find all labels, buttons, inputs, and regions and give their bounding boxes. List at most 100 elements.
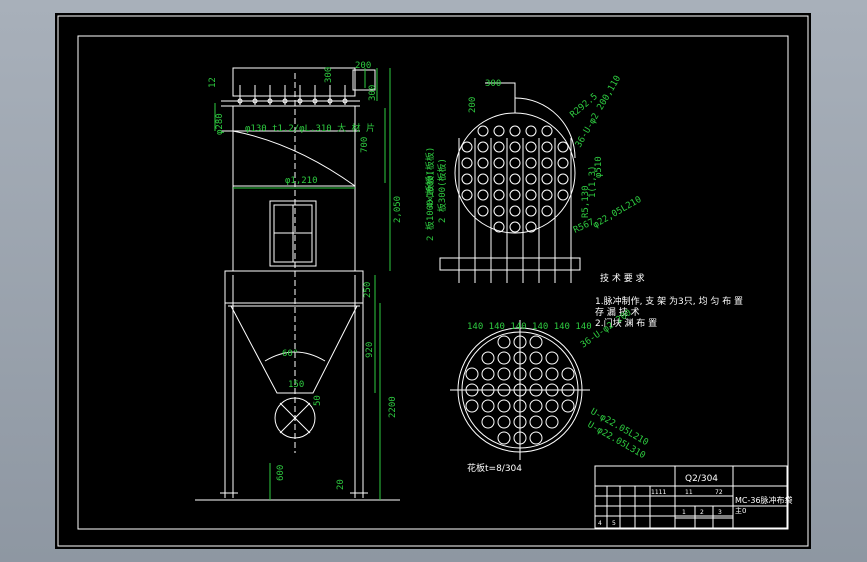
dim-600: 600 bbox=[276, 465, 286, 481]
title-cell-2: 72 bbox=[715, 489, 723, 496]
dim-right-d: R567 bbox=[572, 217, 596, 235]
dim-300-top: 300 bbox=[324, 67, 334, 83]
tube-hole bbox=[541, 141, 553, 153]
dim-300-right: 300 bbox=[368, 85, 378, 101]
tube-hole bbox=[497, 367, 511, 381]
dim-right-e: φ22,05L210 bbox=[592, 195, 644, 231]
tube-hole bbox=[557, 189, 569, 201]
tube-hole bbox=[509, 157, 521, 169]
tube-hole bbox=[525, 157, 537, 169]
tube-hole bbox=[509, 125, 521, 137]
tube-hole bbox=[561, 399, 575, 413]
tube-hole bbox=[541, 205, 553, 217]
dim-700: 700 bbox=[360, 137, 370, 153]
tube-hole bbox=[493, 157, 505, 169]
dim-tube: φ130 t1.2/φL.310 大 材 片 bbox=[245, 122, 375, 134]
tube-hole bbox=[477, 157, 489, 169]
shell-base bbox=[224, 270, 364, 304]
dim-200: 200 bbox=[355, 61, 371, 71]
tube-hole bbox=[545, 415, 559, 429]
title-cell-3: 1 bbox=[682, 509, 686, 516]
tube-hole bbox=[509, 205, 521, 217]
tube-hole bbox=[477, 189, 489, 201]
tube-hole bbox=[497, 399, 511, 413]
dim-12: 12 bbox=[208, 77, 218, 88]
tube-hole bbox=[477, 141, 489, 153]
dim-top-row: 140 140 140 140 140 140 bbox=[467, 322, 592, 332]
dim-20: 20 bbox=[336, 479, 346, 490]
tube-hole bbox=[541, 189, 553, 201]
dim-left-c: 2 板1000(板板) bbox=[424, 171, 436, 241]
tube-hole bbox=[529, 415, 543, 429]
tube-hole bbox=[461, 173, 473, 185]
tube-hole bbox=[509, 173, 521, 185]
title-cell-4: 2 bbox=[700, 509, 704, 516]
tube-hole bbox=[557, 173, 569, 185]
tube-hole bbox=[493, 141, 505, 153]
tube-hole bbox=[481, 415, 495, 429]
tube-hole bbox=[541, 173, 553, 185]
tube-hole bbox=[461, 189, 473, 201]
tube-hole bbox=[545, 367, 559, 381]
tube-hole bbox=[493, 125, 505, 137]
tube-sheet bbox=[450, 320, 590, 460]
dim-right-c: 1(1,3) bbox=[588, 165, 598, 198]
dim-left-b: 2 板300(板板) bbox=[436, 158, 448, 223]
tube-hole bbox=[497, 335, 511, 349]
tube-hole bbox=[525, 125, 537, 137]
tube-hole bbox=[529, 431, 543, 445]
tube-hole bbox=[465, 399, 479, 413]
tube-hole bbox=[525, 189, 537, 201]
plan-arc bbox=[514, 97, 576, 159]
title-sub: 主0 bbox=[735, 506, 746, 515]
tube-hole bbox=[497, 351, 511, 365]
cad-viewport[interactable]: 200 12 300 300 φ280 φ130 t1.2/φL.310 大 材… bbox=[0, 0, 867, 562]
notes-title: 技 术 要 求 bbox=[600, 272, 645, 284]
tube-hole bbox=[529, 399, 543, 413]
tube-hole bbox=[481, 351, 495, 365]
tube-hole bbox=[477, 125, 489, 137]
tube-hole bbox=[525, 205, 537, 217]
dim-plan-300: 300 bbox=[485, 79, 501, 89]
tube-hole bbox=[509, 189, 521, 201]
top-header bbox=[232, 67, 356, 97]
tube-hole bbox=[461, 157, 473, 169]
title-cell-0: 1111 bbox=[651, 489, 666, 496]
tube-hole bbox=[529, 351, 543, 365]
dim-250: 250 bbox=[363, 282, 373, 298]
dim-2200: 2200 bbox=[388, 396, 398, 418]
dim-60deg: 60° bbox=[282, 349, 298, 359]
tube-hole bbox=[561, 367, 575, 381]
plate-label: 花板t=8/304 bbox=[467, 462, 522, 474]
tube-hole bbox=[481, 399, 495, 413]
title-cell-1: 11 bbox=[685, 489, 693, 496]
blow-lines bbox=[458, 138, 572, 283]
tube-hole bbox=[557, 141, 569, 153]
tube-hole bbox=[525, 173, 537, 185]
blow-pipes bbox=[237, 85, 348, 105]
tube-hole bbox=[497, 431, 511, 445]
tube-hole bbox=[525, 141, 537, 153]
tube-hole bbox=[545, 399, 559, 413]
dim-2050: 2,050 bbox=[393, 196, 403, 223]
tube-hole bbox=[541, 125, 553, 137]
dim-phi1210: φ1,210 bbox=[285, 176, 318, 186]
tube-hole bbox=[481, 367, 495, 381]
tube-hole bbox=[477, 205, 489, 217]
dim-920: 920 bbox=[365, 342, 375, 358]
tube-hole bbox=[461, 141, 473, 153]
tube-hole bbox=[509, 141, 521, 153]
tube-hole bbox=[493, 205, 505, 217]
plan-view-top bbox=[439, 82, 581, 283]
tube-hole bbox=[529, 367, 543, 381]
tube-hole bbox=[509, 221, 521, 233]
drawing-sheet: 200 12 300 300 φ280 φ130 t1.2/φL.310 大 材… bbox=[55, 13, 811, 549]
title-material: Q2/304 bbox=[685, 474, 718, 484]
dim-phi280: φ280 bbox=[215, 113, 225, 135]
title-cell-6: 4 bbox=[598, 520, 602, 527]
plan-circle-top bbox=[454, 112, 576, 234]
title-cell-7: 5 bbox=[612, 520, 616, 527]
tube-hole bbox=[477, 173, 489, 185]
notes-line1: 1.脉冲制作, 支 架 为3只, 均 匀 布 置 bbox=[595, 295, 743, 307]
tube-hole bbox=[497, 415, 511, 429]
